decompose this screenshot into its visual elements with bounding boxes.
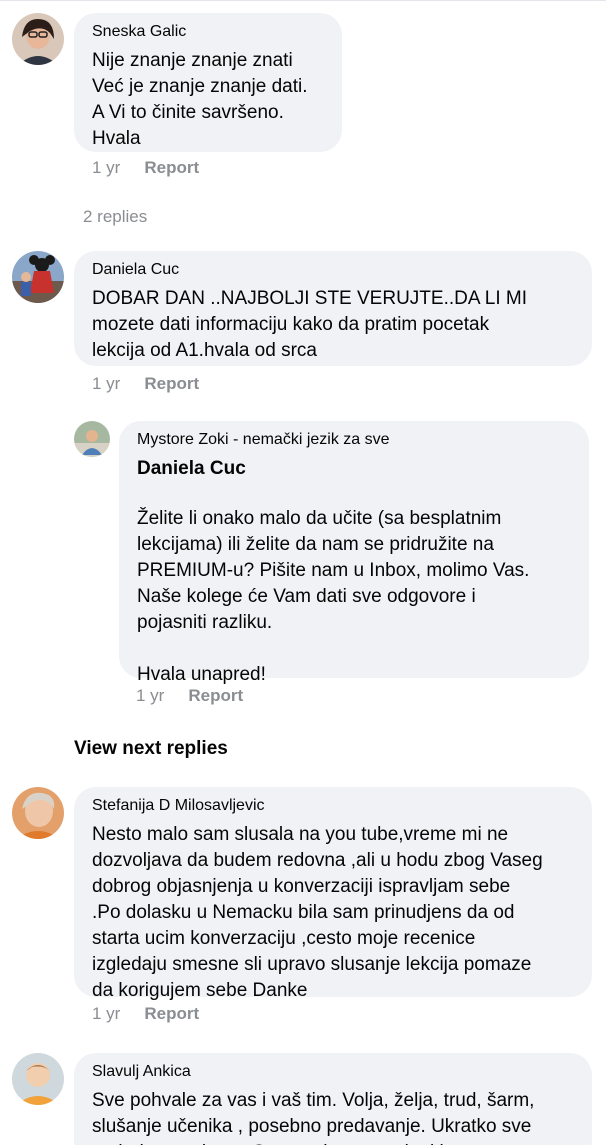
reply-author[interactable]: Mystore Zoki - nemački jezik za sve [137, 430, 571, 450]
report-button[interactable]: Report [144, 1004, 199, 1024]
comment-author[interactable]: Daniela Cuc [92, 260, 574, 280]
comment-text: Sve pohvale za vas i vaš tim. Volja, žel… [92, 1090, 535, 1145]
avatar[interactable] [12, 251, 64, 303]
reply-text: Želite li onako malo da učite (sa bespla… [137, 508, 530, 685]
comment-text: Nesto malo sam slusala na you tube,vreme… [92, 824, 543, 1001]
avatar[interactable] [12, 1053, 64, 1105]
comment-time[interactable]: 1 yr [92, 1004, 120, 1024]
comment-time[interactable]: 1 yr [92, 374, 120, 394]
comment-author[interactable]: Sneska Galic [92, 22, 324, 42]
report-button[interactable]: Report [144, 158, 199, 178]
reply: Mystore Zoki - nemački jezik za sve Dani… [74, 421, 589, 685]
view-next-replies-link[interactable]: View next replies [74, 738, 228, 760]
avatar[interactable] [74, 421, 110, 457]
report-button[interactable]: Report [188, 686, 243, 706]
comment-bubble: Daniela Cuc DOBAR DAN ..NAJBOLJI STE VER… [74, 251, 592, 366]
comment-text: DOBAR DAN ..NAJBOLJI STE VERUJTE..DA LI … [92, 288, 527, 361]
comment-author[interactable]: Stefanija D Milosavljevic [92, 796, 574, 816]
report-button[interactable]: Report [144, 374, 199, 394]
avatar[interactable] [12, 13, 64, 65]
comment-actions: 1 yr Report [92, 374, 199, 394]
reply-bubble: Mystore Zoki - nemački jezik za sve Dani… [119, 421, 589, 685]
reply-time[interactable]: 1 yr [136, 686, 164, 706]
comment-bubble: Stefanija D Milosavljevic Nesto malo sam… [74, 787, 592, 1001]
comment-text: Nije znanje znanje znati Već je znanje z… [92, 50, 308, 149]
reply-actions: 1 yr Report [136, 686, 243, 706]
comment: Stefanija D Milosavljevic Nesto malo sam… [12, 787, 592, 1001]
comment: Slavulj Ankica Sve pohvale za vas i vaš … [12, 1053, 592, 1145]
comment-actions: 1 yr Report [92, 1004, 199, 1024]
comment: Daniela Cuc DOBAR DAN ..NAJBOLJI STE VER… [12, 251, 592, 366]
avatar[interactable] [12, 787, 64, 839]
comment-actions: 1 yr Report [92, 158, 199, 178]
comment-author[interactable]: Slavulj Ankica [92, 1062, 574, 1082]
view-replies-link[interactable]: 2 replies [83, 207, 147, 227]
mention-tag[interactable]: Daniela Cuc [137, 456, 571, 482]
comment-bubble: Slavulj Ankica Sve pohvale za vas i vaš … [74, 1053, 592, 1145]
comment-bubble: Sneska Galic Nije znanje znanje znati Ve… [74, 13, 342, 152]
comments-feed: Sneska Galic Nije znanje znanje znati Ve… [0, 0, 606, 1145]
comment: Sneska Galic Nije znanje znanje znati Ve… [12, 13, 342, 152]
comment-time[interactable]: 1 yr [92, 158, 120, 178]
